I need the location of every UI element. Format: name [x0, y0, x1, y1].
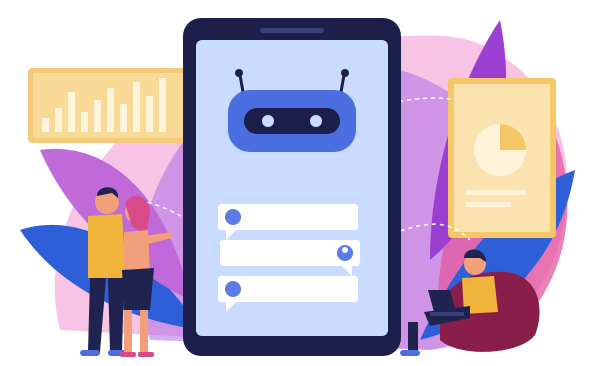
chat-bubble-icon — [225, 281, 241, 297]
chat-bubble-icon — [225, 209, 241, 225]
tablet-device — [183, 18, 401, 356]
chatbot-illustration — [0, 0, 590, 366]
illustration-canvas — [20, 18, 575, 357]
pie-chart-icon — [448, 78, 556, 238]
bar-chart-icon — [28, 68, 188, 143]
